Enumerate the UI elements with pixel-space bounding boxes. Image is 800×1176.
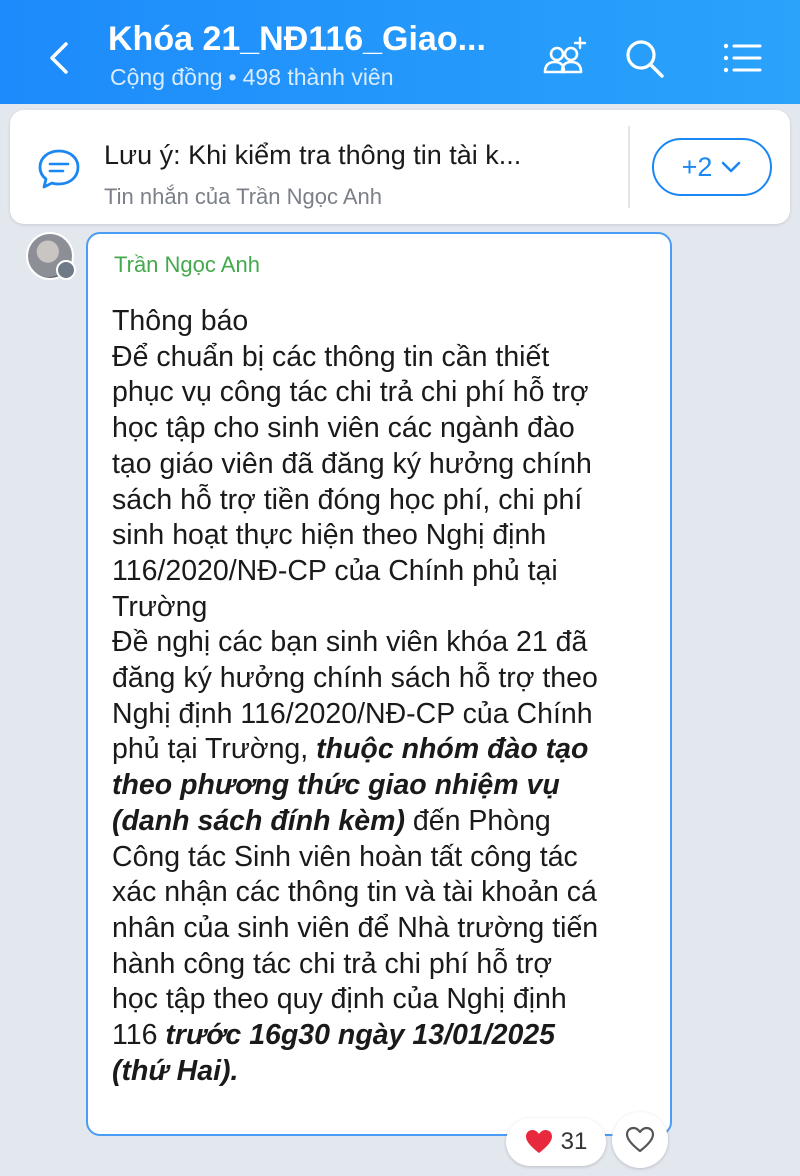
heart-icon xyxy=(525,1130,552,1153)
back-icon[interactable] xyxy=(40,38,80,78)
search-icon[interactable] xyxy=(620,34,668,82)
message-line: hành công tác chi trả chi phí hỗ trợ xyxy=(112,947,553,980)
message-emphasis: theo phương thức giao nhiệm vụ xyxy=(112,769,560,802)
message-line: sinh hoạt thực hiện theo Nghị định xyxy=(112,519,547,552)
message-deadline: trước 16g30 ngày 13/01/2025 xyxy=(165,1019,555,1052)
message-deadline-day: (thứ Hai). xyxy=(112,1054,239,1087)
message-line: đăng ký hưởng chính sách hỗ trợ theo xyxy=(112,662,598,695)
message-segment: phủ tại Trường, xyxy=(112,733,317,766)
message-line: Công tác Sinh viên hoàn tất công tác xyxy=(112,840,578,873)
message-line: Nghị định 116/2020/NĐ-CP của Chính xyxy=(112,697,593,730)
message-text: Thông báo Để chuẩn bị các thông tin cần … xyxy=(112,304,664,1089)
message-line: (danh sách đính kèm) đến Phòng xyxy=(112,804,664,840)
message-line: tạo giáo viên đã đăng ký hưởng chính xyxy=(112,447,592,480)
message-emphasis: thuộc nhóm đào tạo xyxy=(316,733,589,766)
message-segment: đến Phòng xyxy=(404,804,551,837)
message-line: phủ tại Trường, thuộc nhóm đào tạo xyxy=(112,732,664,768)
react-button[interactable] xyxy=(612,1112,668,1168)
more-pinned-button[interactable]: +2 xyxy=(652,138,772,196)
message-line: Trường xyxy=(112,590,208,623)
message-line: Đề nghị các bạn sinh viên khóa 21 đã xyxy=(112,626,588,659)
more-pinned-count: +2 xyxy=(681,151,713,182)
message-line: học tập theo quy định của Nghị định xyxy=(112,983,567,1016)
community-label: Cộng đồng xyxy=(110,64,223,90)
menu-list-icon[interactable] xyxy=(718,34,766,82)
message-line: Để chuẩn bị các thông tin cần thiết xyxy=(112,340,550,373)
message-line: Thông báo xyxy=(112,305,249,337)
chevron-down-icon xyxy=(722,161,741,173)
message-line: học tập cho sinh viên các ngành đào xyxy=(112,412,575,445)
chat-header: Khóa 21_NĐ116_Giao... Cộng đồng • 498 thàn… xyxy=(0,0,800,104)
member-count: 498 thành viên xyxy=(242,64,394,90)
heart-outline-icon xyxy=(625,1126,655,1153)
separator-dot: • xyxy=(228,64,237,90)
pinned-message-icon xyxy=(38,149,80,189)
message-line: 116 trước 16g30 ngày 13/01/2025 xyxy=(112,1018,664,1054)
key-badge-icon xyxy=(56,260,76,280)
divider xyxy=(628,126,630,208)
message-line: xác nhận các thông tin và tài khoản cá xyxy=(112,876,597,909)
message-line: 116/2020/NĐ-CP của Chính phủ tại xyxy=(112,554,558,587)
pinned-message-bar[interactable]: Lưu ý: Khi kiểm tra thông tin tài k... T… xyxy=(10,110,790,224)
pinned-message-sender: Tin nhắn của Trần Ngọc Anh xyxy=(104,184,383,209)
reaction-summary[interactable]: 31 xyxy=(506,1118,606,1166)
reaction-count: 31 xyxy=(560,1128,588,1155)
message-bubble[interactable]: Trần Ngọc Anh Thông báo Để chuẩn bị các … xyxy=(86,232,672,1136)
message-line: phục vụ công tác chi trả chi phí hỗ trợ xyxy=(112,376,589,409)
message-line: nhân của sinh viên để Nhà trường tiến xyxy=(112,911,599,944)
chat-subtitle: Cộng đồng • 498 thành viên xyxy=(110,64,394,91)
message-segment: 116 xyxy=(112,1019,166,1052)
message-line: sách hỗ trợ tiền đóng học phí, chi phí xyxy=(112,483,583,516)
chat-title[interactable]: Khóa 21_NĐ116_Giao... xyxy=(108,20,508,59)
sender-name[interactable]: Trần Ngọc Anh xyxy=(114,252,260,278)
add-member-icon[interactable] xyxy=(540,34,588,82)
pinned-message-title: Lưu ý: Khi kiểm tra thông tin tài k... xyxy=(104,140,522,170)
message-emphasis: (danh sách đính kèm) xyxy=(112,804,405,837)
